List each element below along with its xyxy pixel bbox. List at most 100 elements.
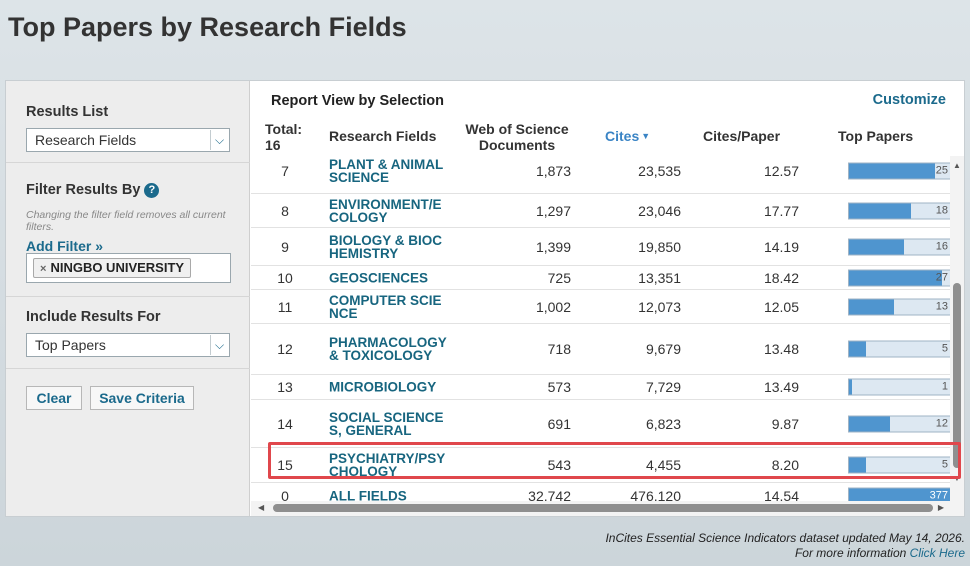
top-papers-bar[interactable]: 12 [848, 415, 950, 432]
rank-cell: 0 [281, 487, 289, 502]
top-papers-bar[interactable]: 13 [848, 298, 950, 315]
filter-label-text: Filter Results By [26, 182, 141, 198]
research-field-link[interactable]: ENVIRONMENT/ECOLOGY [329, 197, 449, 224]
cites-per-paper-cell: 14.19 [763, 238, 799, 255]
add-filter-link[interactable]: Add Filter » [26, 238, 103, 254]
top-papers-bar[interactable]: 27 [848, 269, 950, 286]
documents-cell: 543 [547, 457, 571, 473]
research-field-link[interactable]: COMPUTER SCIENCE [329, 293, 449, 320]
click-here-link[interactable]: Click Here [910, 546, 965, 560]
column-cites-label: Cites [605, 128, 640, 144]
documents-cell: 1,873 [535, 162, 571, 179]
cites-per-paper-cell: 13.48 [763, 341, 799, 357]
horizontal-scrollbar[interactable]: ◀ ▶ [251, 501, 964, 516]
research-field-link[interactable]: BIOLOGY & BIOCHEMISTRY [329, 233, 449, 260]
documents-cell: 718 [547, 341, 571, 357]
customize-link[interactable]: Customize [873, 92, 946, 108]
research-field-link[interactable]: ALL FIELDS [329, 489, 449, 501]
rank-cell: 13 [277, 379, 293, 395]
documents-cell: 1,297 [535, 202, 571, 219]
cites-cell: 23,535 [638, 162, 681, 179]
results-list-label: Results List [26, 104, 109, 120]
top-papers-count: 12 [935, 417, 948, 429]
rank-cell: 9 [281, 238, 289, 255]
top-papers-bar[interactable]: 5 [848, 456, 950, 474]
top-papers-count: 27 [935, 271, 948, 283]
top-papers-bar[interactable]: 5 [848, 340, 950, 358]
documents-cell: 32,742 [528, 487, 571, 502]
research-field-link[interactable]: PSYCHIATRY/PSYCHOLOGY [329, 452, 449, 479]
table-row: 8 ENVIRONMENT/ECOLOGY 1,297 23,046 17.77 18 [251, 194, 950, 228]
top-papers-count: 5 [941, 458, 948, 471]
table-row: 11 COMPUTER SCIENCE 1,002 12,073 12.05 13 [251, 290, 950, 324]
top-papers-bar[interactable]: 16 [848, 238, 950, 255]
table-row: 14 SOCIAL SCIENCES, GENERAL 691 6,823 9.87 12 [251, 400, 950, 448]
column-cites-per-paper[interactable]: Cites/Paper [703, 128, 780, 144]
cites-per-paper-cell: 8.20 [771, 457, 799, 473]
documents-cell: 1,399 [535, 238, 571, 255]
top-papers-bar-fill [849, 341, 867, 357]
sidebar: Results List Research Fields ⌵ Filter Re… [6, 81, 250, 516]
chevron-down-icon[interactable]: ⌵ [210, 130, 228, 150]
page-title: Top Papers by Research Fields [8, 12, 407, 42]
cites-per-paper-cell: 18.42 [763, 269, 799, 286]
cites-cell: 9,679 [645, 341, 681, 357]
include-value: Top Papers [35, 337, 106, 353]
top-papers-bar[interactable]: 1 [848, 378, 950, 396]
vertical-scrollbar[interactable]: ▲ ▼ [950, 156, 964, 501]
top-papers-bar-fill [849, 457, 867, 473]
save-criteria-button[interactable]: Save Criteria [90, 386, 194, 410]
cites-cell: 7,729 [645, 379, 681, 395]
research-field-link[interactable]: PLANT & ANIMAL SCIENCE [329, 157, 449, 184]
column-cites[interactable]: Cites ▼ [605, 128, 650, 144]
cites-cell: 476,120 [630, 487, 681, 502]
rank-cell: 10 [277, 269, 293, 286]
scrollbar-thumb[interactable] [953, 283, 961, 468]
top-papers-count: 1 [941, 380, 948, 393]
documents-cell: 1,002 [535, 298, 571, 315]
research-field-link[interactable]: MICROBIOLOGY [329, 380, 449, 394]
top-papers-count: 18 [935, 204, 948, 216]
top-papers-bar-fill [849, 163, 935, 178]
top-papers-count: 5 [941, 342, 948, 355]
chevron-down-icon[interactable]: ⌵ [210, 335, 228, 355]
include-select[interactable]: Top Papers ⌵ [26, 333, 230, 357]
footer-more-info-text: For more information [794, 546, 907, 560]
cites-cell: 19,850 [638, 238, 681, 255]
cites-cell: 4,455 [645, 457, 681, 473]
remove-chip-icon[interactable]: × [40, 263, 46, 275]
cites-per-paper-cell: 9.87 [771, 415, 799, 432]
column-wos-documents[interactable]: Web of Science Documents [455, 121, 579, 153]
research-field-link[interactable]: SOCIAL SCIENCES, GENERAL [329, 410, 449, 437]
clear-button[interactable]: Clear [26, 386, 82, 410]
actions-section: Clear Save Criteria [6, 369, 250, 516]
top-papers-bar-fill [849, 270, 942, 285]
top-papers-bar[interactable]: 377 [848, 487, 950, 501]
rank-cell: 7 [281, 162, 289, 179]
top-papers-bar[interactable]: 18 [848, 202, 950, 219]
rank-cell: 15 [277, 457, 293, 473]
table-row: 13 MICROBIOLOGY 573 7,729 13.49 1 [251, 375, 950, 400]
filter-chip[interactable]: × NINGBO UNIVERSITY [33, 258, 192, 278]
scroll-left-icon[interactable]: ◀ [258, 503, 264, 512]
scroll-down-icon[interactable]: ▼ [952, 474, 962, 483]
table-row: 12 PHARMACOLOGY & TOXICOLOGY 718 9,679 13.48… [251, 324, 950, 375]
column-research-fields[interactable]: Research Fields [329, 128, 436, 144]
top-papers-bar[interactable]: 25 [848, 162, 950, 179]
research-field-link[interactable]: PHARMACOLOGY & TOXICOLOGY [329, 336, 449, 363]
help-icon[interactable]: ? [144, 183, 160, 198]
filter-input[interactable]: × NINGBO UNIVERSITY [26, 253, 231, 283]
table-row: 10 GEOSCIENCES 725 13,351 18.42 27 [251, 266, 950, 290]
research-field-link[interactable]: GEOSCIENCES [329, 271, 449, 285]
column-top-papers[interactable]: Top Papers [838, 128, 913, 144]
results-panel: Results List Research Fields ⌵ Filter Re… [5, 80, 965, 517]
cites-cell: 12,073 [638, 298, 681, 315]
table-row: 7 PLANT & ANIMAL SCIENCE 1,873 23,535 12.57 2… [251, 156, 950, 194]
documents-cell: 573 [547, 379, 571, 395]
scroll-up-icon[interactable]: ▲ [952, 161, 962, 170]
scroll-right-icon[interactable]: ▶ [938, 503, 944, 512]
scrollbar-thumb[interactable] [273, 504, 933, 512]
cites-cell: 13,351 [638, 269, 681, 286]
results-list-select[interactable]: Research Fields ⌵ [26, 128, 230, 152]
top-papers-bar-fill [849, 203, 911, 218]
